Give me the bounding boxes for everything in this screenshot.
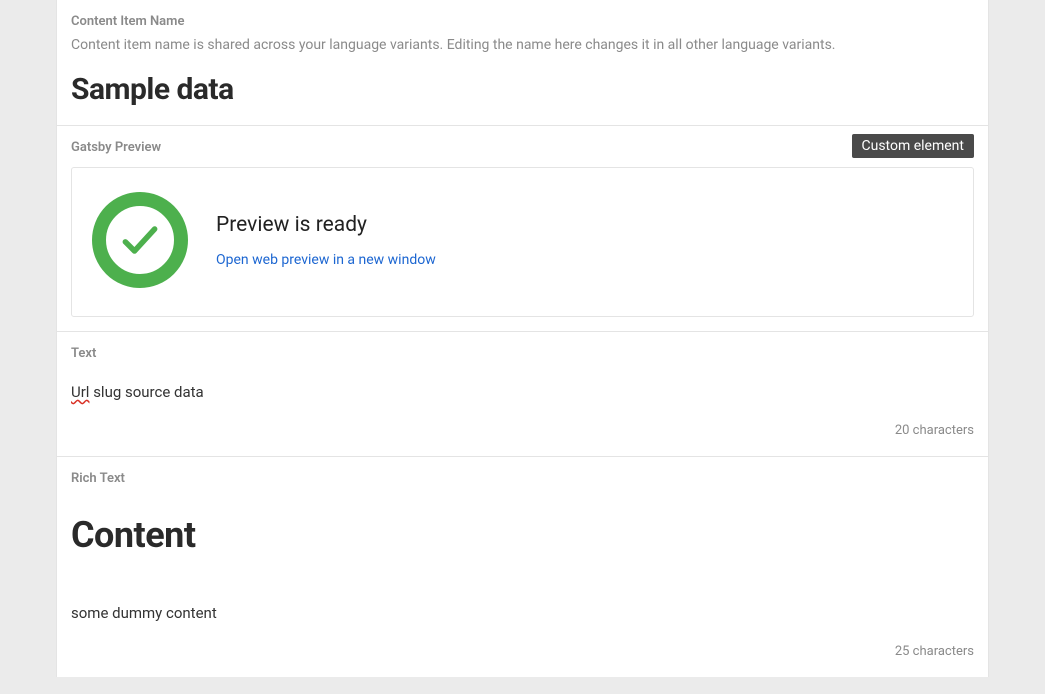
checkmark-icon xyxy=(92,192,188,288)
rich-text-char-count: 25 characters xyxy=(71,644,974,659)
section-label-text: Text xyxy=(71,346,974,361)
preview-text-block: Preview is ready Open web preview in a n… xyxy=(216,213,436,268)
text-char-count: 20 characters xyxy=(71,423,974,438)
rich-text-body: some dummy content xyxy=(71,604,974,622)
content-panel: Content Item Name Content item name is s… xyxy=(56,0,989,677)
preview-status-box: Preview is ready Open web preview in a n… xyxy=(71,167,974,317)
rich-text-section: Rich Text Content some dummy content 25 … xyxy=(57,457,988,677)
gatsby-preview-section: Gatsby Preview Custom element Preview is… xyxy=(57,126,988,332)
text-field-section: Text Url slug source data 20 characters xyxy=(57,332,988,457)
open-preview-link[interactable]: Open web preview in a new window xyxy=(216,252,436,268)
custom-element-badge: Custom element xyxy=(852,134,975,158)
rich-text-heading: Content xyxy=(71,514,974,556)
section-label-name: Content Item Name xyxy=(71,14,974,29)
spellcheck-word: Url xyxy=(71,383,89,401)
content-item-name-input[interactable]: Sample data xyxy=(71,72,974,107)
text-field-rest: slug source data xyxy=(89,383,203,401)
section-label-gatsby: Gatsby Preview xyxy=(71,140,974,155)
text-field-input[interactable]: Url slug source data xyxy=(71,383,974,401)
preview-status-heading: Preview is ready xyxy=(216,213,436,237)
section-label-richtext: Rich Text xyxy=(71,471,974,486)
rich-text-editor[interactable]: Content some dummy content xyxy=(71,514,974,622)
content-item-name-section: Content Item Name Content item name is s… xyxy=(57,0,988,126)
section-help-name: Content item name is shared across your … xyxy=(71,35,974,56)
